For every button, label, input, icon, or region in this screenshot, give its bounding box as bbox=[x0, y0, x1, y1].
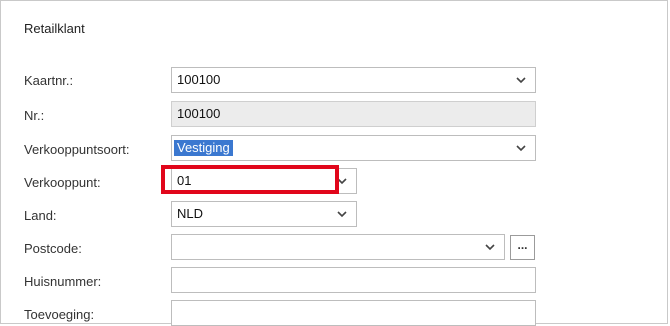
chevron-down-icon[interactable] bbox=[484, 242, 496, 252]
land-field[interactable]: NLD bbox=[171, 201, 357, 227]
nr-field: 100100 bbox=[171, 101, 536, 127]
chevron-down-icon[interactable] bbox=[336, 209, 348, 219]
toevoeging-field[interactable] bbox=[171, 300, 536, 326]
verkooppuntsoort-value: Vestiging bbox=[174, 140, 233, 156]
label-toevoeging: Toevoeging: bbox=[24, 307, 95, 322]
label-nr: Nr.: bbox=[24, 108, 45, 123]
huisnummer-field[interactable] bbox=[171, 267, 536, 293]
postcode-lookup-button[interactable]: ... bbox=[510, 235, 535, 260]
chevron-down-icon[interactable] bbox=[336, 176, 348, 186]
land-value: NLD bbox=[177, 206, 204, 221]
kaartnr-value: 100100 bbox=[177, 72, 221, 87]
retailklant-panel: Retailklant Kaartnr.: 100100 Nr.: 100100… bbox=[0, 0, 668, 326]
label-postcode: Postcode: bbox=[24, 241, 82, 256]
verkooppunt-field[interactable]: 01 bbox=[171, 168, 357, 194]
label-huisnummer: Huisnummer: bbox=[24, 274, 102, 289]
nr-value: 100100 bbox=[177, 106, 221, 121]
verkooppunt-value: 01 bbox=[177, 173, 192, 188]
kaartnr-field[interactable]: 100100 bbox=[171, 67, 536, 93]
verkooppuntsoort-field[interactable]: Vestiging bbox=[171, 135, 536, 161]
section-title: Retailklant bbox=[24, 21, 85, 36]
label-kaartnr: Kaartnr.: bbox=[24, 73, 74, 88]
label-verkooppuntsoort: Verkooppuntsoort: bbox=[24, 142, 130, 157]
chevron-down-icon[interactable] bbox=[515, 143, 527, 153]
label-verkooppunt: Verkooppunt: bbox=[24, 175, 101, 190]
postcode-field[interactable] bbox=[171, 234, 505, 260]
label-land: Land: bbox=[24, 208, 57, 223]
chevron-down-icon[interactable] bbox=[515, 75, 527, 85]
